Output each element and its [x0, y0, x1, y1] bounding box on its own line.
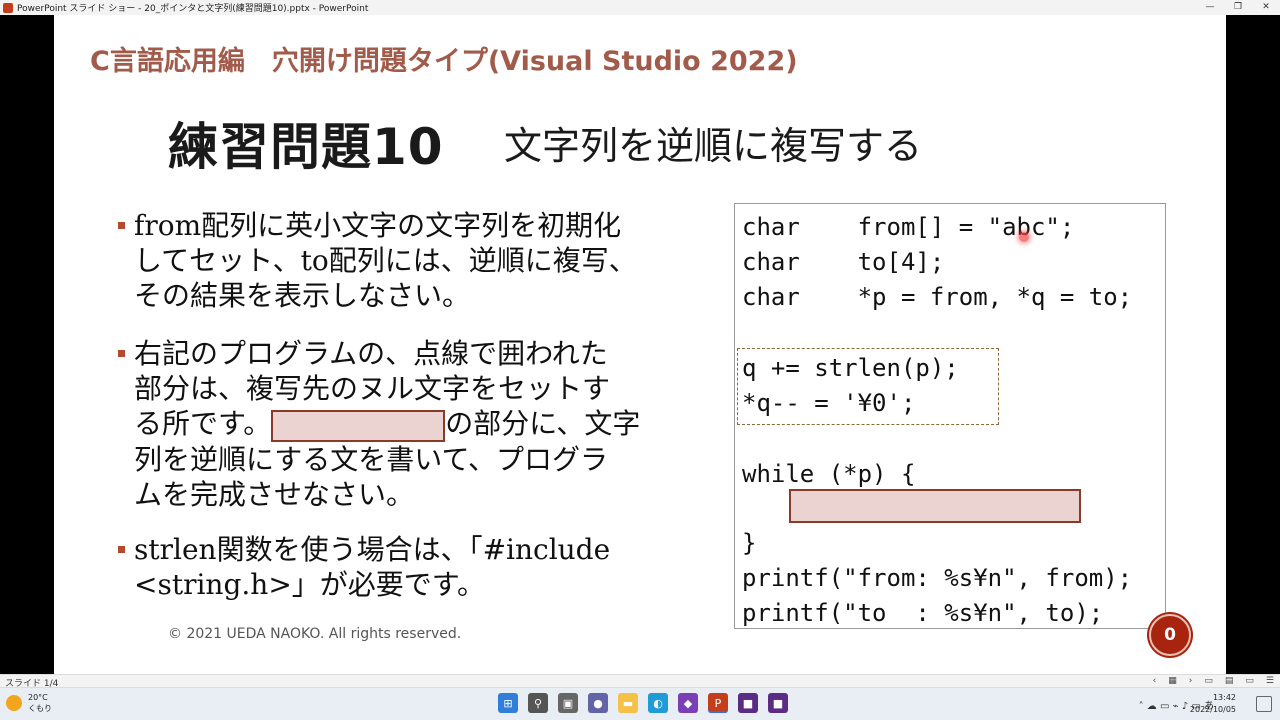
taskbar-apps: ⊞ ⚲ ▣ ● ▬ ◐ ◆ P ■ ■	[498, 693, 788, 713]
code-line: q += strlen(p);	[742, 354, 959, 382]
file-explorer-icon[interactable]: ▬	[618, 693, 638, 713]
edge-icon[interactable]: ◐	[648, 693, 668, 713]
notification-icon[interactable]	[1256, 696, 1272, 712]
bullet-text: る所です。	[134, 407, 272, 440]
powerpoint-icon[interactable]: P	[708, 693, 728, 713]
bullet-line: strlen関数を使う場合は、「#include	[134, 533, 611, 566]
window-controls: — ❐ ✕	[1196, 0, 1280, 15]
blank-box-inline	[271, 409, 446, 442]
exercise-subtitle: 文字列を逆順に複写する	[504, 124, 923, 168]
minimize-button[interactable]: —	[1196, 0, 1224, 15]
menu-icon[interactable]: ☰	[1266, 675, 1274, 687]
bullet-line: <string.h>」が必要です。	[134, 568, 485, 601]
slideshow-statusbar: スライド 1/4 ‹ ▦ › ▭ ▤ ▭ ☰	[0, 674, 1280, 689]
slide-header: C言語応用編 穴開け問題タイプ(Visual Studio 2022)	[90, 46, 798, 77]
blank-box-code	[789, 489, 1081, 523]
bullet-marker	[118, 350, 125, 357]
app-icon-purple-1[interactable]: ■	[738, 693, 758, 713]
start-icon[interactable]: ⊞	[498, 693, 518, 713]
next-slide-button[interactable]: ›	[1189, 675, 1193, 687]
windows-taskbar: 20°C くもり ⊞ ⚲ ▣ ● ▬ ◐ ◆ P ■ ■ ˄ ☁ ▭ ⌁ ♪ ▭ あ 13:42 …	[0, 687, 1280, 720]
powerpoint-icon	[3, 2, 13, 13]
clock-time: 13:42	[1212, 693, 1236, 702]
chat-icon[interactable]: ●	[588, 693, 608, 713]
code-line: while (*p) {	[742, 460, 916, 488]
code-line: char *p = from, *q = to;	[742, 283, 1133, 311]
previous-slide-button[interactable]: ‹	[1153, 675, 1157, 687]
weather-icon	[6, 695, 22, 711]
reading-view-icon[interactable]: ▭	[1245, 675, 1254, 687]
task-view-icon[interactable]: ▣	[558, 693, 578, 713]
bullet-line: from配列に英小文字の文字列を初期化	[134, 209, 622, 242]
bullet-marker	[118, 546, 125, 553]
letterbox-right	[1226, 15, 1280, 674]
restore-button[interactable]: ❐	[1224, 0, 1252, 15]
bullet-line: ムを完成させなさい。	[134, 477, 415, 511]
bullet-item: from配列に英小文字の文字列を初期化 してセット、to配列には、逆順に複写、 …	[118, 208, 637, 313]
app-icon-purple-2[interactable]: ■	[768, 693, 788, 713]
slide-sorter-icon[interactable]: ▦	[1168, 675, 1177, 687]
bullet-line: 右記のプログラムの、点線で囲われた	[134, 337, 608, 370]
visual-studio-icon[interactable]: ◆	[678, 693, 698, 713]
bullet-marker	[118, 222, 125, 229]
bullet-line: 部分は、複写先のヌル文字をセットす	[134, 372, 611, 405]
close-button[interactable]: ✕	[1252, 0, 1280, 15]
bullet-line-with-blank: る所です。 の部分に、文字	[134, 406, 640, 442]
bullet-item: strlen関数を使う場合は、「#include <string.h>」が必要で…	[118, 532, 611, 602]
clock-date: 2022/10/05	[1189, 705, 1236, 714]
copyright-notice: © 2021 UEDA NAOKO. All rights reserved.	[168, 626, 462, 642]
slideshow-controls: ‹ ▦ › ▭ ▤ ▭ ☰	[1153, 675, 1274, 687]
window-title: PowerPoint スライド ショー - 20_ポインタと文字列(練習問題10…	[17, 4, 369, 14]
window-titlebar: PowerPoint スライド ショー - 20_ポインタと文字列(練習問題10…	[0, 0, 1280, 15]
slide-number-badge: 0	[1149, 614, 1191, 656]
code-box: char from[] = "abc"; char to[4]; char *p…	[734, 203, 1166, 629]
taskbar-clock[interactable]: 13:42 2022/10/05	[1190, 692, 1236, 716]
bullet-line: してセット、to配列には、逆順に複写、	[134, 244, 637, 277]
code-line: char to[4];	[742, 248, 945, 276]
bullet-text: の部分に、文字	[445, 407, 641, 440]
search-icon[interactable]: ⚲	[528, 693, 548, 713]
bullet-line: 列を逆順にする文を書いて、プログラ	[134, 442, 609, 476]
normal-view-icon[interactable]: ▭	[1204, 675, 1213, 687]
letterbox-left	[0, 15, 54, 674]
code-line: printf("to : %s¥n", to);	[742, 599, 1104, 627]
code-line: *q-- = '¥0';	[742, 389, 916, 417]
weather-desc: くもり	[28, 704, 52, 713]
weather-widget[interactable]: 20°C くもり	[6, 692, 52, 714]
code-line: printf("from: %s¥n", from);	[742, 564, 1133, 592]
sorter-view-icon[interactable]: ▤	[1225, 675, 1234, 687]
bullet-line: その結果を表示しなさい。	[134, 279, 471, 312]
slide-canvas[interactable]: C言語応用編 穴開け問題タイプ(Visual Studio 2022) 練習問題…	[54, 15, 1226, 674]
code-line: }	[742, 529, 757, 557]
bullet-item: 右記のプログラムの、点線で囲われた 部分は、複写先のヌル文字をセットす る所です…	[118, 336, 640, 512]
laser-pointer	[1019, 232, 1029, 242]
weather-temp: 20°C	[28, 693, 48, 702]
exercise-title: 練習問題10	[168, 118, 444, 176]
